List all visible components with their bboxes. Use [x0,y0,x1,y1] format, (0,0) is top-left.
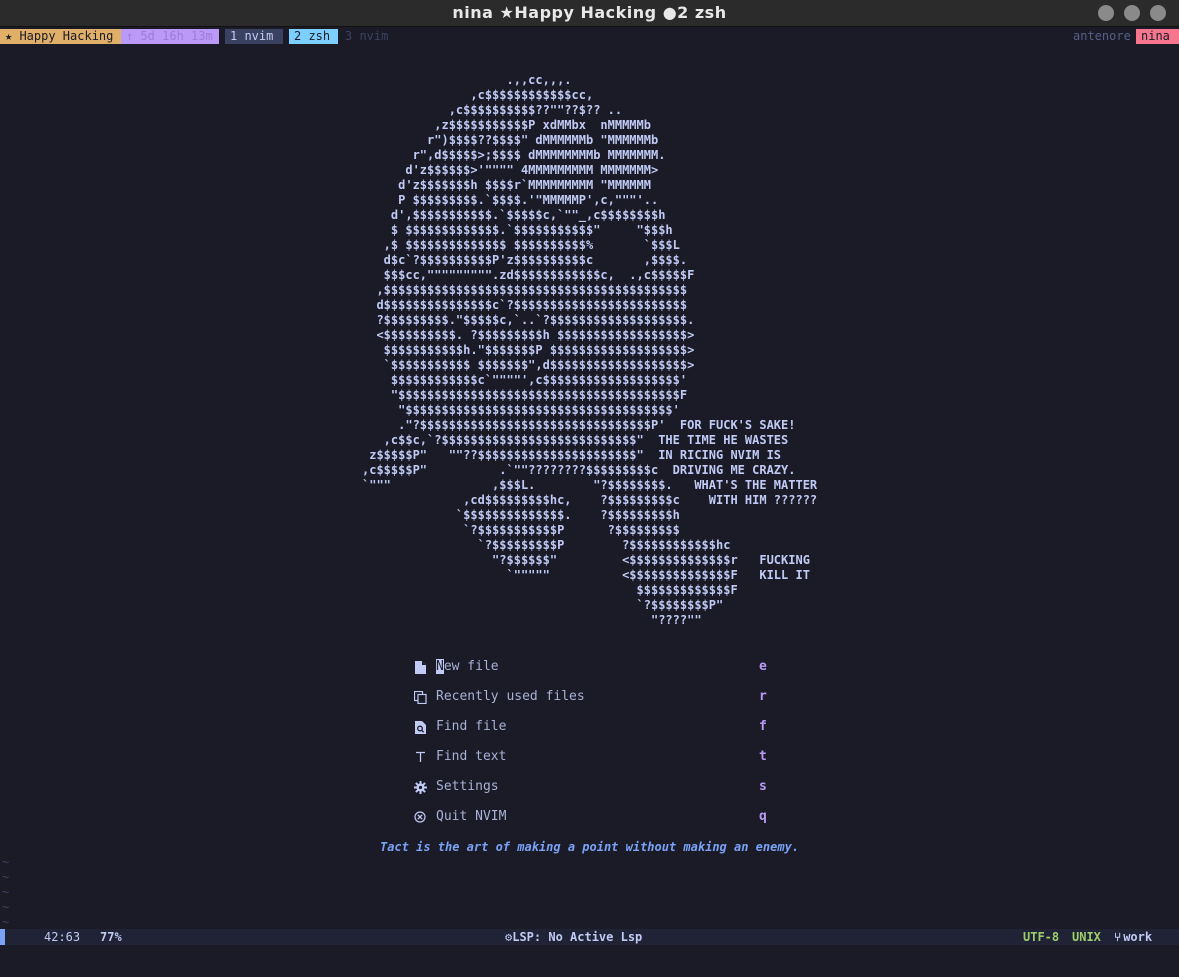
window-title: nina ★Happy Hacking ●2 zsh [452,3,727,22]
tmux-hostname: antenore [1073,29,1131,43]
ascii-art-line: $$$$$$$$$$$h."$$$$$$$P $$$$$$$$$$$$$$$$$… [362,343,695,357]
menu-item-settings[interactable]: Settings s [411,777,771,807]
ascii-art-line: `""""" <$$$$$$$$$$$$$$F KILL IT [362,568,810,582]
ascii-art-line: `?$$$$$$$$$$$P ?$$$$$$$$$ [362,523,680,537]
ascii-art-line: ,z$$$$$$$$$$$P xdMMbx nMMMMMb [362,118,651,132]
ascii-art-line: d'z$$$$$$>'"""" 4MMMMMMMMM MMMMMMM> [362,163,659,177]
dashboard-quote: Tact is the art of making a point withou… [379,840,800,854]
git-branch-icon: ⑂ [1114,930,1122,944]
ascii-art-line: d'z$$$$$$$h $$$$r`MMMMMMMMM "MMMMMM [362,178,651,192]
recent-files-icon [413,689,427,705]
tmux-status-bar: ★ Happy Hacking ↑ 5d 16h 13m 1 nvim 2 zs… [0,29,1179,44]
menu-item-recent-files[interactable]: Recently used files r [411,687,771,717]
ascii-art-line: $$$$$$$$$$$$c`""""',c$$$$$$$$$$$$$$$$$$$… [362,373,688,387]
ascii-art-line: <$$$$$$$$$$. ?$$$$$$$$$h $$$$$$$$$$$$$$$… [362,328,695,342]
git-branch: ⑂ work [1114,929,1152,945]
tmux-window-1[interactable]: 1 nvim [225,29,283,44]
ascii-art-line: r",d$$$$$>;$$$$ dMMMMMMMMb MMMMMMM. [362,148,666,162]
ascii-art-line: d$$$$$$$$$$$$$$$c`?$$$$$$$$$$$$$$$$$$$$$… [362,298,688,312]
tmux-window-3[interactable]: 3 nvim [340,29,400,44]
ascii-art-line: ,cd$$$$$$$$$hc, ?$$$$$$$$$c WITH HIM ???… [362,493,818,507]
command-line[interactable] [0,945,1179,973]
menu-label-new-file: New file [436,657,499,677]
close-button[interactable] [1150,5,1166,21]
ascii-art-line: ,c$$$$$$$$$$$$cc, [362,88,594,102]
ascii-art-line: r")$$$$??$$$$" dMMMMMMb "MMMMMMb [362,133,659,147]
find-file-icon [413,719,427,735]
ascii-art-line: d$c`?$$$$$$$$$$P'z$$$$$$$$$$c ,$$$$. [362,253,688,267]
menu-key-find-file: f [759,719,767,734]
menu-item-find-file[interactable]: Find file f [411,717,771,747]
ascii-art-line: ?$$$$$$$$$."$$$$$c,`..`?$$$$$$$$$$$$$$$$… [362,313,695,327]
menu-label-quit: Quit NVIM [436,809,507,824]
menu-label-settings: Settings [436,779,499,794]
ascii-art-line: ,$$$$$$$$$$$$$$$$$$$$$$$$$$$$$$$$$$$$$$$… [362,283,688,297]
tmux-username: nina [1136,29,1179,44]
tmux-session-name[interactable]: ★ Happy Hacking [0,29,121,44]
ascii-art-line: `?$$$$$$$$P" [362,598,724,612]
ascii-art-line: ,$ $$$$$$$$$$$$$$ $$$$$$$$$$% `$$$L [362,238,680,252]
window-title-bar: nina ★Happy Hacking ●2 zsh [0,0,1179,27]
text-cursor: N [436,659,444,674]
nvim-statusline: 42:63 77% ⚙LSP: No Active Lsp UTF-8 UNIX… [0,929,1179,958]
menu-label-new-file-rest: ew file [443,659,499,674]
menu-item-new-file[interactable]: New file e [411,657,771,687]
ascii-art-line: "$$$$$$$$$$$$$$$$$$$$$$$$$$$$$$$$$$$$$$$… [362,388,688,402]
file-format: UNIX [1072,930,1101,944]
file-progress-percent: 77% [100,930,122,944]
ascii-art-line: ,c$$$$$P" .`""????????$$$$$$$$$c DRIVING… [362,463,796,477]
cursor-position: 42:63 [44,930,81,944]
new-file-icon [413,659,427,675]
ascii-art-line: "$$$$$$$$$$$$$$$$$$$$$$$$$$$$$$$$$$$$$' [362,403,680,417]
ascii-art-line: .,,cc,,,. [362,73,572,87]
lsp-status-text: LSP: No Active Lsp [512,930,643,944]
find-text-icon [413,749,427,765]
menu-item-find-text[interactable]: Find text t [411,747,771,777]
ascii-art-line: ."?$$$$$$$$$$$$$$$$$$$$$$$$$$$$$$$$P' FO… [362,418,796,432]
menu-key-quit: q [759,809,767,824]
ascii-art-line: z$$$$$P" ""??$$$$$$$$$$$$$$$$$$$$$$" IN … [362,448,782,462]
tmux-window-2-active[interactable]: 2 zsh [289,29,338,44]
ascii-art-line: "?$$$$$$" <$$$$$$$$$$$$$$r FUCKING [362,553,810,567]
git-branch-name: work [1123,930,1153,944]
ascii-art-line: `""" ,$$$L. "?$$$$$$$$. WHAT'S THE MATTE… [362,478,818,492]
ascii-art-line: ,c$$$$$$$$$$??""??$?? .. [362,103,623,117]
maximize-button[interactable] [1124,5,1140,21]
ascii-art-line: `$$$$$$$$$$$ $$$$$$$",d$$$$$$$$$$$$$$$$$… [362,358,695,372]
file-encoding: UTF-8 [1023,930,1060,944]
statusline-mode-edge [0,929,5,945]
quit-icon [413,809,427,825]
menu-key-find-text: t [759,749,767,764]
ascii-art-line: "????"" [362,613,702,627]
ascii-art-line: `$$$$$$$$$$$$$$. ?$$$$$$$$$h [362,508,680,522]
ascii-art-line: `?$$$$$$$$$P ?$$$$$$$$$$$$hc [362,538,731,552]
menu-item-quit[interactable]: Quit NVIM q [411,807,771,837]
end-of-buffer-tildes: ~ ~ ~ ~ ~ [2,855,10,929]
dashboard-menu: New file e Recently used files r Find fi… [411,657,771,837]
ascii-art-line: P $$$$$$$$$.`$$$$.'"MMMMMP',c,"""'.. [362,193,659,207]
menu-key-recent-files: r [759,689,767,704]
menu-label-find-text: Find text [436,749,507,764]
tmux-uptime: ↑ 5d 16h 13m [121,29,219,44]
menu-label-find-file: Find file [436,719,507,734]
lsp-status: ⚙LSP: No Active Lsp [505,929,642,945]
ascii-art-line: $$$cc,""""""""".zd$$$$$$$$$$$$c, .,c$$$$… [362,268,695,282]
ascii-art-line: ,c$$c,`?$$$$$$$$$$$$$$$$$$$$$$$$$$$" THE… [362,433,789,447]
ascii-art-line: d',$$$$$$$$$$$.`$$$$$c,`""_,c$$$$$$$$h [362,208,666,222]
settings-icon [413,779,427,795]
menu-label-recent-files: Recently used files [436,689,585,704]
minimize-button[interactable] [1098,5,1114,21]
menu-key-new-file: e [759,659,767,674]
menu-key-settings: s [759,779,767,794]
ascii-art-line: $$$$$$$$$$$$$F [362,583,738,597]
ascii-art-line: $ $$$$$$$$$$$$$.`$$$$$$$$$$$" "$$$h [362,223,673,237]
